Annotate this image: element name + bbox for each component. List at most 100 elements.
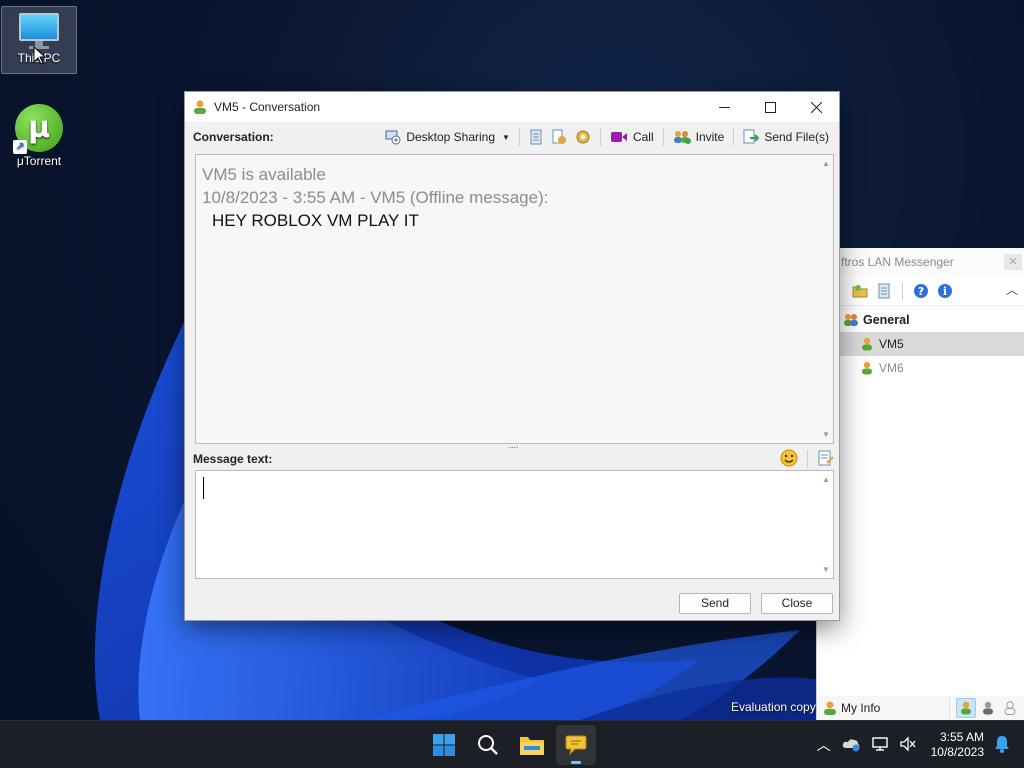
minimize-icon: [718, 106, 730, 108]
clock-date: 10/8/2023: [930, 745, 984, 759]
invite-button[interactable]: Invite: [671, 127, 727, 147]
file-transfer-icon: [552, 129, 566, 144]
toolbar-separator: [518, 128, 520, 146]
font-settings-icon[interactable]: [817, 449, 835, 470]
history-scrollbar[interactable]: ▲ ▼: [819, 155, 833, 443]
input-scrollbar[interactable]: ▲ ▼: [819, 471, 833, 578]
toolbar-separator: [733, 128, 735, 146]
history-button[interactable]: [527, 127, 545, 147]
message-text: HEY ROBLOX VM PLAY IT: [212, 211, 419, 230]
message-label: Message text:: [193, 452, 273, 466]
toolbar-separator: [902, 281, 903, 300]
search-button[interactable]: [468, 725, 508, 765]
onedrive-icon[interactable]: [841, 736, 861, 755]
history-icon[interactable]: [875, 282, 893, 300]
status-message: VM5 is available: [202, 165, 326, 184]
send-files-button[interactable]: Send File(s): [741, 127, 831, 147]
settings-button[interactable]: [573, 127, 593, 147]
folder-icon: [520, 737, 544, 755]
desktop-sharing-icon: [385, 130, 401, 145]
messenger-title: ftros LAN Messenger ✕: [817, 248, 1024, 276]
scroll-down-icon[interactable]: ▼: [821, 430, 831, 439]
contact-name: VM6: [879, 361, 904, 375]
close-button[interactable]: [793, 92, 839, 122]
invite-users-icon: [673, 131, 691, 144]
chevron-up-icon[interactable]: ︿: [817, 735, 831, 755]
scroll-up-icon[interactable]: ▲: [821, 159, 831, 168]
contact-name: VM5: [879, 337, 904, 351]
messenger-footer: My Info: [817, 696, 1024, 720]
desktop-icon-label: μTorrent: [16, 154, 62, 168]
close-dialog-button[interactable]: Close: [761, 593, 833, 614]
status-away-icon[interactable]: [978, 698, 998, 718]
clock[interactable]: 3:55 AM 10/8/2023: [931, 730, 984, 760]
search-icon: [478, 735, 498, 755]
conversation-toolbar: Conversation: Desktop Sharing ▼ Call Inv…: [185, 122, 839, 152]
message-input[interactable]: ▲ ▼: [195, 470, 834, 579]
folder-icon[interactable]: [851, 282, 869, 300]
contact-group[interactable]: General: [817, 308, 1024, 332]
conversation-window: VM5 - Conversation Conversation: Desktop…: [184, 91, 840, 621]
evaluation-watermark: Evaluation copy: [731, 700, 816, 714]
send-file-icon: [743, 129, 760, 144]
user-offline-icon: [862, 361, 872, 375]
minimize-button[interactable]: [701, 92, 747, 122]
messenger-main-window: ftros LAN Messenger ✕ ? i ︿ General VM5 …: [816, 248, 1024, 720]
messenger-toolbar: ? i ︿: [817, 276, 1024, 306]
toolbar-separator: [599, 128, 601, 146]
close-icon[interactable]: ✕: [1004, 254, 1022, 270]
group-name: General: [863, 313, 910, 327]
toolbar-separator: [662, 128, 664, 146]
network-icon[interactable]: [871, 736, 889, 755]
desktop-icon-utorrent[interactable]: µ ↗ μTorrent: [1, 104, 77, 168]
file-explorer-button[interactable]: [512, 725, 552, 765]
maximize-icon: [764, 101, 776, 113]
video-camera-icon: [610, 132, 627, 142]
my-info-icon: [824, 701, 836, 715]
text-caret: [203, 477, 204, 499]
message-bar: Message text:: [193, 448, 835, 470]
call-button[interactable]: Call: [608, 128, 656, 146]
user-online-icon: [194, 100, 206, 114]
clock-time: 3:55 AM: [939, 730, 984, 744]
user-online-icon: [862, 337, 872, 351]
svg-text:i: i: [943, 285, 947, 298]
start-button[interactable]: [424, 725, 464, 765]
lan-messenger-taskbar-button[interactable]: [556, 725, 596, 765]
chat-bubble-icon: [565, 735, 587, 756]
transfers-button[interactable]: [549, 127, 569, 147]
contact-item-vm5[interactable]: VM5: [817, 332, 1024, 356]
close-icon: [810, 101, 822, 113]
scroll-down-icon[interactable]: ▼: [821, 565, 831, 574]
contact-item-vm6[interactable]: VM6: [817, 356, 1024, 380]
svg-text:?: ?: [918, 285, 924, 298]
maximize-button[interactable]: [747, 92, 793, 122]
history-icon: [530, 129, 542, 145]
windows-logo-icon: [433, 734, 455, 756]
chevron-up-icon[interactable]: ︿: [1006, 281, 1018, 298]
utorrent-icon: µ ↗: [13, 104, 63, 154]
info-icon[interactable]: i: [936, 282, 954, 300]
my-info-button[interactable]: My Info: [841, 701, 880, 715]
window-titlebar[interactable]: VM5 - Conversation: [185, 92, 839, 122]
conversation-history[interactable]: VM5 is available 10/8/2023 - 3:55 AM - V…: [195, 154, 834, 444]
status-online-icon[interactable]: [956, 698, 976, 718]
group-icon: [844, 314, 858, 326]
shortcut-arrow-icon: ↗: [13, 140, 27, 154]
system-tray: ︿ 3:55 AM 10/8/2023: [817, 721, 1024, 768]
conversation-label: Conversation:: [193, 130, 274, 144]
message-header: 10/8/2023 - 3:55 AM - VM5 (Offline messa…: [202, 188, 549, 207]
toolbar-separator: [807, 450, 808, 468]
desktop-sharing-button[interactable]: Desktop Sharing ▼: [383, 127, 512, 147]
smiley-icon[interactable]: [780, 449, 798, 470]
help-icon[interactable]: ?: [912, 282, 930, 300]
scroll-up-icon[interactable]: ▲: [821, 475, 831, 484]
notification-bell-icon[interactable]: [994, 735, 1010, 756]
mouse-pointer-icon: [33, 46, 47, 65]
status-offline-icon[interactable]: [1000, 698, 1020, 718]
status-buttons: [949, 698, 1024, 718]
chevron-down-icon: ▼: [502, 132, 510, 142]
send-button[interactable]: Send: [679, 593, 751, 614]
volume-muted-icon[interactable]: [899, 735, 917, 755]
window-title: VM5 - Conversation: [214, 100, 321, 114]
